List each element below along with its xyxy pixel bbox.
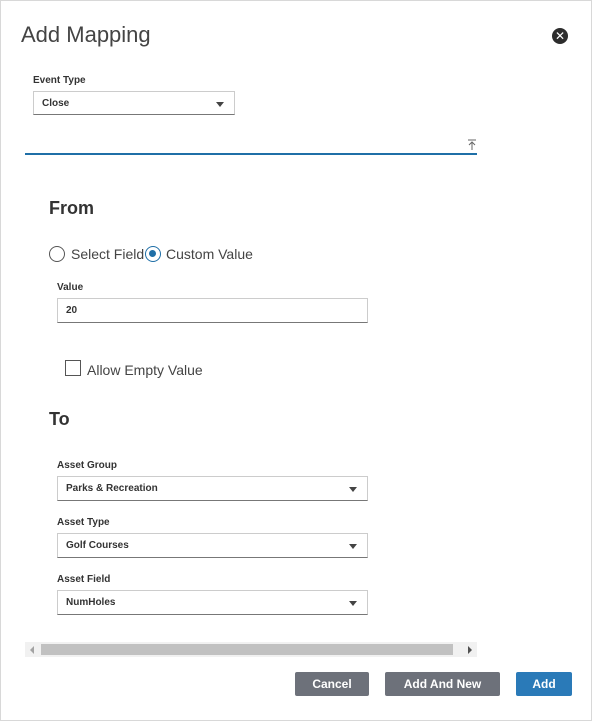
asset-group-label: Asset Group	[57, 460, 118, 471]
scroll-left-icon[interactable]	[30, 646, 34, 654]
event-type-value: Close	[42, 98, 70, 109]
to-heading: To	[49, 409, 70, 429]
from-heading: From	[49, 198, 94, 218]
scrollbar-thumb[interactable]	[41, 644, 453, 655]
chevron-down-icon	[349, 601, 357, 606]
event-type-label: Event Type	[33, 75, 86, 86]
scroll-right-icon[interactable]	[468, 646, 472, 654]
chevron-down-icon	[349, 544, 357, 549]
asset-field-label: Asset Field	[57, 574, 111, 585]
section-divider	[25, 153, 477, 155]
dialog-title: Add Mapping	[21, 22, 151, 47]
chevron-down-icon	[349, 487, 357, 492]
add-mapping-dialog: Add Mapping ✕ Event Type Close From Sele…	[0, 0, 592, 721]
allow-empty-label[interactable]: Allow Empty Value	[87, 362, 203, 378]
asset-type-select[interactable]: Golf Courses	[57, 533, 368, 558]
chevron-down-icon	[216, 102, 224, 107]
collapse-up-icon[interactable]	[467, 139, 477, 151]
value-label: Value	[57, 282, 84, 293]
asset-group-select[interactable]: Parks & Recreation	[57, 476, 368, 501]
value-input[interactable]: 20	[57, 298, 368, 323]
horizontal-scrollbar[interactable]	[25, 642, 477, 657]
custom-value-radio[interactable]	[145, 246, 161, 262]
custom-value-label[interactable]: Custom Value	[166, 246, 253, 262]
cancel-button[interactable]: Cancel	[295, 672, 369, 696]
close-icon[interactable]: ✕	[552, 28, 568, 44]
select-field-radio[interactable]	[49, 246, 65, 262]
asset-field-select[interactable]: NumHoles	[57, 590, 368, 615]
asset-type-value: Golf Courses	[66, 540, 129, 551]
asset-field-value: NumHoles	[66, 597, 116, 608]
add-button[interactable]: Add	[516, 672, 572, 696]
event-type-select[interactable]: Close	[33, 91, 235, 115]
allow-empty-checkbox[interactable]	[65, 360, 81, 376]
asset-type-label: Asset Type	[57, 517, 110, 528]
select-field-label[interactable]: Select Field	[71, 246, 144, 262]
add-and-new-button[interactable]: Add And New	[385, 672, 500, 696]
asset-group-value: Parks & Recreation	[66, 483, 158, 494]
